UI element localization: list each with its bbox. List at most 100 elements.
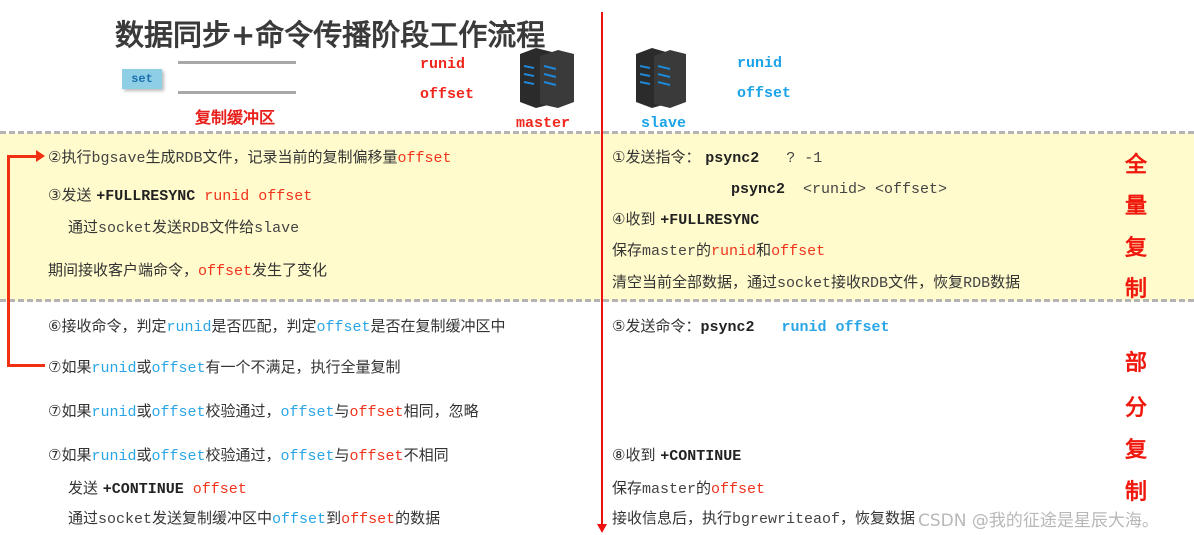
step-text: 或	[136, 358, 152, 376]
step-text: ①发送指令：	[612, 148, 706, 166]
step-text: slave	[254, 220, 300, 237]
buffer-bottom-line	[178, 91, 296, 94]
step-text: offset	[280, 404, 335, 421]
set-command-box: set	[122, 69, 162, 89]
step-text: 数据	[990, 273, 1021, 291]
step-line: 清空当前全部数据，通过socket接收RDB文件，恢复RDB数据	[612, 272, 1020, 294]
step-text: bgsave	[91, 150, 146, 167]
step-text: ，恢复数据	[840, 509, 916, 527]
step-text: 发送复制缓冲区中	[152, 509, 273, 527]
fallback-bracket-top	[7, 155, 37, 158]
step-text: 校验通过，	[205, 446, 281, 464]
step-text: offset	[397, 150, 452, 167]
fallback-bracket	[7, 155, 10, 367]
slave-offset: offset	[737, 85, 792, 102]
step-text: ②执行	[48, 148, 92, 166]
buffer-top-line	[178, 61, 296, 64]
step-text: psync2	[731, 181, 786, 198]
step-text: ④收到	[612, 210, 661, 228]
step-text: socket	[98, 220, 153, 237]
step-text: 的	[696, 241, 712, 259]
step-text: 的	[696, 479, 712, 497]
step-line: ②执行bgsave生成RDB文件，记录当前的复制偏移量offset	[48, 147, 452, 169]
step-text: psync2	[700, 319, 773, 336]
step-line: ③发送 +FULLRESYNC runid offset	[48, 185, 312, 207]
step-text: socket	[777, 275, 832, 292]
step-line: ⑦如果runid或offset校验通过，offset与offset不相同	[48, 445, 449, 467]
step-text: 不相同	[403, 446, 449, 464]
step-text: 文件给	[209, 218, 255, 236]
step-line: 保存master的runid和offset	[612, 240, 825, 262]
step-text: ③发送	[48, 186, 97, 204]
timeline-divider	[601, 12, 603, 527]
step-text: runid	[91, 360, 137, 377]
step-text: ? -1	[759, 150, 823, 167]
step-text: 与	[334, 402, 350, 420]
full-sync-label-char: 量	[1125, 194, 1148, 219]
step-line: ④收到 +FULLRESYNC	[612, 209, 759, 231]
divider-top	[0, 131, 1194, 134]
step-text: 相同，忽略	[403, 402, 479, 420]
arrow-right-icon	[36, 150, 45, 162]
step-text: runid offset	[204, 188, 313, 205]
step-line: psync2 <runid> <offset>	[731, 178, 947, 200]
master-server-icon	[520, 48, 574, 108]
master-label: master	[516, 115, 571, 132]
step-text: runid	[91, 448, 137, 465]
step-text: master	[642, 481, 697, 498]
step-text: 的数据	[395, 509, 441, 527]
step-text: bgrewriteaof	[732, 511, 841, 528]
step-text: +CONTINUE	[660, 448, 742, 465]
step-text: 生成	[145, 148, 176, 166]
step-text: offset	[771, 243, 826, 260]
step-line: ⑤发送命令：psync2 runid offset	[612, 316, 890, 338]
step-text: offset	[151, 404, 206, 421]
step-text: runid	[91, 404, 137, 421]
step-text: ⑦如果	[48, 446, 92, 464]
fallback-bracket-bottom	[7, 364, 45, 367]
step-text: 接收信息后，执行	[612, 509, 733, 527]
step-line: 保存master的offset	[612, 478, 765, 500]
step-text: 清空当前全部数据，通过	[612, 273, 778, 291]
step-text: +CONTINUE	[102, 481, 193, 498]
slave-server-icon	[636, 48, 686, 108]
step-text: 通过	[68, 218, 99, 236]
diagram: 数据同步+命令传播阶段工作流程 set 复制缓冲区 runid offset m…	[0, 0, 1194, 535]
partial-sync-label-char: 部	[1125, 351, 1148, 376]
page-title: 数据同步+命令传播阶段工作流程	[115, 18, 546, 52]
step-text: runid	[166, 319, 212, 336]
step-text: 校验通过，	[205, 402, 281, 420]
step-text: 文件，记录当前的复制偏移量	[202, 148, 398, 166]
step-text: ⑦如果	[48, 358, 92, 376]
step-text: offset	[341, 511, 396, 528]
step-text: 期间接收客户端命令，	[48, 261, 199, 279]
step-text: RDB	[175, 150, 203, 167]
step-text: 文件，恢复	[888, 273, 964, 291]
step-line: 接收信息后，执行bgrewriteaof，恢复数据	[612, 508, 915, 530]
step-text: offset	[272, 511, 327, 528]
step-text: offset	[151, 448, 206, 465]
step-text: offset	[151, 360, 206, 377]
partial-sync-label-char: 制	[1125, 480, 1148, 505]
step-line: 期间接收客户端命令，offset发生了变化	[48, 260, 327, 282]
step-text: psync2	[705, 150, 760, 167]
step-line: ⑦如果runid或offset有一个不满足，执行全量复制	[48, 357, 401, 379]
step-text: 保存	[612, 241, 643, 259]
step-text: offset	[280, 448, 335, 465]
step-text: +FULLRESYNC	[96, 188, 205, 205]
step-text: 接收	[831, 273, 862, 291]
step-text: offset	[349, 404, 404, 421]
step-text: socket	[98, 511, 153, 528]
watermark: CSDN @我的征途是星辰大海。	[918, 511, 1159, 531]
partial-sync-label-char: 分	[1125, 396, 1148, 421]
step-text: 与	[334, 446, 350, 464]
slave-runid: runid	[737, 55, 783, 72]
full-sync-label-char: 复	[1125, 236, 1148, 261]
step-line: ⑧收到 +CONTINUE	[612, 445, 741, 467]
step-text: ⑦如果	[48, 402, 92, 420]
step-text: 保存	[612, 479, 643, 497]
step-text: offset	[198, 263, 253, 280]
timeline-arrow-icon	[597, 524, 607, 533]
step-text: 发送	[152, 218, 183, 236]
step-line: ⑦如果runid或offset校验通过，offset与offset相同，忽略	[48, 401, 479, 423]
